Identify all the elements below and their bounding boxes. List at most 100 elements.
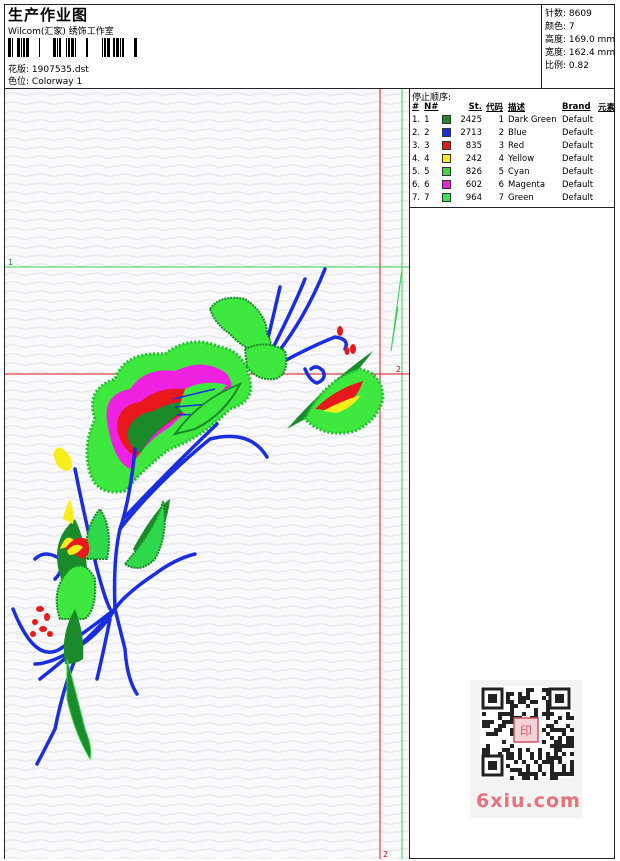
row-code: 7 bbox=[498, 192, 504, 203]
row-brand: Default bbox=[562, 153, 594, 164]
company-name: Wilcom(汇家) 绣饰工作室 bbox=[8, 27, 114, 37]
design-canvas[interactable]: 1 2 2 bbox=[5, 89, 409, 859]
column-header: 描述 bbox=[508, 103, 526, 113]
row-stitches: 602 bbox=[465, 179, 482, 190]
color-swatch bbox=[440, 126, 455, 139]
guide-label-green: 1 bbox=[8, 258, 13, 267]
stat-color-count: 颜色: 7 bbox=[545, 19, 575, 32]
row-code: 1 bbox=[498, 114, 504, 125]
stat-label: 颜色: bbox=[545, 22, 567, 32]
qr-center-stamp: 印 bbox=[520, 724, 532, 738]
row-description: Blue bbox=[508, 127, 527, 138]
row-brand: Default bbox=[562, 192, 594, 203]
row-element bbox=[596, 191, 620, 204]
stat-value: 169.0 mm bbox=[568, 35, 616, 45]
stat-value: 7 bbox=[568, 22, 575, 32]
color-swatch-box bbox=[442, 179, 452, 189]
row-code: 6 bbox=[498, 179, 504, 190]
colorway-line: 色位: Colorway 1 bbox=[8, 74, 82, 87]
row-brand: Default bbox=[562, 166, 594, 177]
row-description: Cyan bbox=[508, 166, 530, 177]
row-code: 3 bbox=[498, 140, 504, 151]
row-element bbox=[596, 152, 620, 165]
stop-table-bottom-rule bbox=[410, 207, 615, 208]
row-needle: 5 bbox=[424, 166, 430, 177]
column-header: 元素 bbox=[598, 103, 616, 113]
table-row: 2. 2 2713 2 Blue Default bbox=[410, 126, 620, 139]
row-brand: Default bbox=[562, 114, 594, 125]
color-swatch-box bbox=[442, 140, 452, 150]
stat-stitch-count: 针数: 8609 bbox=[545, 6, 592, 19]
color-swatch bbox=[440, 178, 455, 191]
stat-value: 0.82 bbox=[568, 61, 589, 71]
row-description: Magenta bbox=[508, 179, 546, 190]
color-swatch-box bbox=[442, 127, 452, 137]
row-index: 4. bbox=[412, 153, 421, 164]
table-row: 4. 4 242 4 Yellow Default bbox=[410, 152, 620, 165]
stop-sequence-table: # N# St. 代码 描述 Brand 元素 1. 1 2425 1 Dark Gre… bbox=[410, 101, 620, 204]
guide-label-red-right: 2 bbox=[396, 365, 401, 374]
stat-value: 8609 bbox=[568, 9, 592, 19]
row-element bbox=[596, 113, 620, 126]
row-brand: Default bbox=[562, 140, 594, 151]
row-needle: 1 bbox=[424, 114, 430, 125]
stat-label: 高度: bbox=[545, 35, 567, 45]
row-brand: Default bbox=[562, 179, 594, 190]
row-index: 5. bbox=[412, 166, 421, 177]
row-element bbox=[596, 178, 620, 191]
color-swatch bbox=[440, 139, 455, 152]
row-code: 4 bbox=[498, 153, 504, 164]
stat-width: 宽度: 162.4 mm bbox=[545, 45, 615, 58]
row-element bbox=[596, 165, 620, 178]
row-element bbox=[596, 126, 620, 139]
row-code: 2 bbox=[498, 127, 504, 138]
row-index: 2. bbox=[412, 127, 421, 138]
column-header: Brand bbox=[562, 102, 591, 112]
stats-divider bbox=[541, 4, 542, 88]
row-needle: 4 bbox=[424, 153, 430, 164]
row-needle: 7 bbox=[424, 192, 430, 203]
row-index: 1. bbox=[412, 114, 421, 125]
color-swatch-box bbox=[442, 166, 452, 176]
row-element bbox=[596, 139, 620, 152]
stat-height: 高度: 169.0 mm bbox=[545, 32, 615, 45]
row-index: 6. bbox=[412, 179, 421, 190]
guide-label-red-bottom: 2 bbox=[383, 850, 388, 859]
table-row: 5. 5 826 5 Cyan Default bbox=[410, 165, 620, 178]
column-header: N# bbox=[424, 102, 439, 112]
row-stitches: 2425 bbox=[460, 114, 482, 125]
row-description: Dark Green bbox=[508, 114, 557, 125]
table-row: 7. 7 964 7 Green Default bbox=[410, 191, 620, 204]
table-header-row: # N# St. 代码 描述 Brand 元素 bbox=[410, 101, 620, 113]
color-swatch bbox=[440, 191, 455, 204]
watermark-text: 6xiu.com bbox=[476, 790, 581, 812]
row-stitches: 964 bbox=[465, 192, 482, 203]
row-stitches: 835 bbox=[465, 140, 482, 151]
table-row: 6. 6 602 6 Magenta Default bbox=[410, 178, 620, 191]
embroidery-preview: 1 2 2 bbox=[5, 89, 409, 859]
color-swatch-box bbox=[442, 192, 452, 202]
color-swatch bbox=[440, 113, 455, 126]
row-code: 5 bbox=[498, 166, 504, 177]
row-stitches: 2713 bbox=[460, 127, 482, 138]
row-stitches: 242 bbox=[465, 153, 482, 164]
row-description: Red bbox=[508, 140, 525, 151]
stat-scale: 比例: 0.82 bbox=[545, 58, 589, 71]
stat-label: 针数: bbox=[545, 9, 567, 19]
qr-code: 印 bbox=[480, 686, 574, 780]
row-needle: 2 bbox=[424, 127, 430, 138]
color-swatch bbox=[440, 152, 455, 165]
barcode bbox=[8, 38, 137, 57]
stat-label: 比例: bbox=[545, 61, 567, 71]
column-header: St. bbox=[468, 102, 482, 112]
table-row: 1. 1 2425 1 Dark Green Default bbox=[410, 113, 620, 126]
color-swatch bbox=[440, 165, 455, 178]
colorway-name: Colorway 1 bbox=[31, 77, 83, 87]
row-description: Yellow bbox=[508, 153, 535, 164]
column-header: # bbox=[412, 102, 420, 112]
table-row: 3. 3 835 3 Red Default bbox=[410, 139, 620, 152]
stat-value: 162.4 mm bbox=[568, 48, 616, 58]
column-header: 代码 bbox=[486, 103, 504, 113]
color-swatch-box bbox=[442, 153, 452, 163]
row-description: Green bbox=[508, 192, 534, 203]
